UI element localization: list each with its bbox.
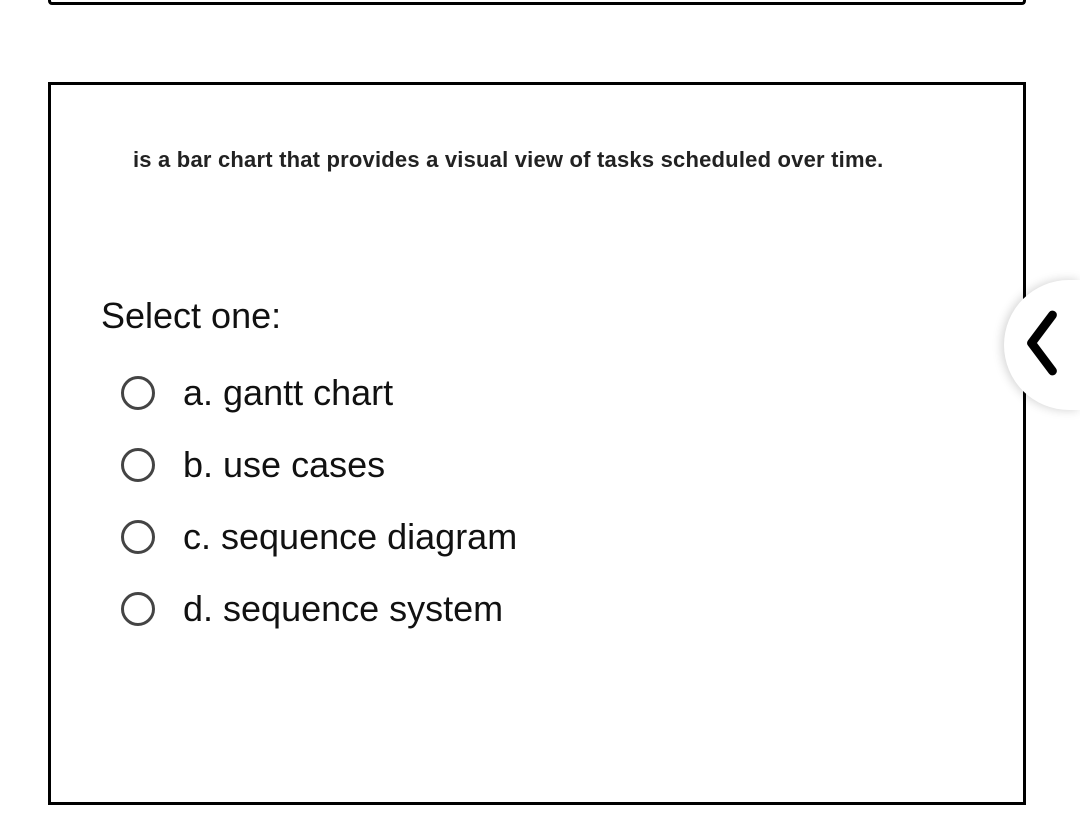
radio-icon <box>121 592 155 626</box>
option-label: d. sequence system <box>183 588 503 630</box>
options-group: a. gantt chart b. use cases c. sequence … <box>101 357 973 645</box>
previous-question-fragment <box>48 0 1026 5</box>
chevron-left-icon <box>1021 308 1063 383</box>
option-label: b. use cases <box>183 444 385 486</box>
select-prompt: Select one: <box>101 295 973 337</box>
option-label: a. gantt chart <box>183 372 393 414</box>
question-text: is a bar chart that provides a visual vi… <box>133 145 893 175</box>
option-d[interactable]: d. sequence system <box>101 573 973 645</box>
option-a[interactable]: a. gantt chart <box>101 357 973 429</box>
option-c[interactable]: c. sequence diagram <box>101 501 973 573</box>
radio-icon <box>121 376 155 410</box>
option-b[interactable]: b. use cases <box>101 429 973 501</box>
radio-icon <box>121 448 155 482</box>
option-label: c. sequence diagram <box>183 516 517 558</box>
question-card: is a bar chart that provides a visual vi… <box>48 82 1026 805</box>
radio-icon <box>121 520 155 554</box>
